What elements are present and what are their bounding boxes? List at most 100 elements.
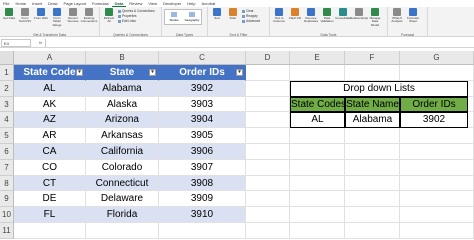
- clear-button[interactable]: Clear: [242, 9, 260, 13]
- column-header-g[interactable]: G: [400, 51, 474, 65]
- column-header-d[interactable]: D: [246, 51, 290, 65]
- cell-f10[interactable]: [345, 207, 400, 223]
- cell-a11[interactable]: [14, 223, 86, 239]
- column-header-c[interactable]: C: [159, 51, 246, 65]
- table-cell[interactable]: 3910: [159, 207, 246, 223]
- row-header-7[interactable]: 7: [0, 159, 14, 176]
- cell-e7[interactable]: [290, 159, 345, 176]
- table-cell[interactable]: Alabama: [86, 80, 159, 97]
- tab-help[interactable]: Help: [184, 0, 198, 7]
- table-header-cell[interactable]: State Code ▾: [14, 65, 86, 81]
- tab-draw[interactable]: Draw: [45, 0, 60, 7]
- cell-d5[interactable]: [246, 128, 290, 144]
- data-types-gallery[interactable]: Stocks Geography: [164, 9, 202, 25]
- cell-g9[interactable]: [400, 191, 474, 208]
- cell-e8[interactable]: [290, 175, 345, 192]
- cell-e6[interactable]: [290, 144, 345, 160]
- tab-home[interactable]: Home: [12, 0, 29, 7]
- table-header-cell[interactable]: State ▾: [86, 65, 159, 81]
- name-box[interactable]: E4: [1, 38, 31, 47]
- tab-developer[interactable]: Developer: [160, 0, 184, 7]
- cell-d9[interactable]: [246, 191, 290, 208]
- table-cell[interactable]: California: [86, 144, 159, 160]
- table-cell[interactable]: 3905: [159, 128, 246, 144]
- formula-input[interactable]: [45, 38, 474, 47]
- table-cell[interactable]: 3908: [159, 175, 246, 192]
- row-header-4[interactable]: 4: [0, 112, 14, 129]
- filter-dropdown-icon[interactable]: ▾: [76, 69, 83, 76]
- cell-d4[interactable]: [246, 112, 290, 129]
- cell-f7[interactable]: [345, 159, 400, 176]
- cell-g5[interactable]: [400, 128, 474, 144]
- tab-insert[interactable]: Insert: [29, 0, 45, 7]
- row-header-2[interactable]: 2: [0, 80, 14, 97]
- cell-d10[interactable]: [246, 207, 290, 223]
- cell-e10[interactable]: [290, 207, 345, 223]
- table-header-cell[interactable]: Order IDs ▾: [159, 65, 246, 81]
- table-cell[interactable]: CO: [14, 159, 86, 176]
- cell-f1[interactable]: [345, 65, 400, 81]
- cell-f9[interactable]: [345, 191, 400, 208]
- row-header-11[interactable]: 11: [0, 223, 14, 239]
- table-cell[interactable]: CA: [14, 144, 86, 160]
- cell-g7[interactable]: [400, 159, 474, 176]
- table-cell[interactable]: DE: [14, 191, 86, 208]
- row-header-10[interactable]: 10: [0, 207, 14, 223]
- table-cell[interactable]: Connecticut: [86, 175, 159, 192]
- column-header-f[interactable]: F: [345, 51, 400, 65]
- table-cell[interactable]: 3907: [159, 159, 246, 176]
- table-cell[interactable]: AL: [14, 80, 86, 97]
- table-cell[interactable]: Alaska: [86, 96, 159, 113]
- cell-g8[interactable]: [400, 175, 474, 192]
- cell-d11[interactable]: [246, 223, 290, 239]
- cell-g1[interactable]: [400, 65, 474, 81]
- table-cell[interactable]: FL: [14, 207, 86, 223]
- tab-acrobat[interactable]: Acrobat: [199, 0, 219, 7]
- row-header-6[interactable]: 6: [0, 144, 14, 160]
- stocks-button[interactable]: Stocks: [165, 10, 183, 24]
- cell-g10[interactable]: [400, 207, 474, 223]
- cell-e1[interactable]: [290, 65, 345, 81]
- properties-button[interactable]: Properties: [118, 14, 155, 18]
- table-cell[interactable]: Florida: [86, 207, 159, 223]
- row-header-3[interactable]: 3: [0, 96, 14, 113]
- row-header-9[interactable]: 9: [0, 191, 14, 208]
- advanced-button[interactable]: Advanced: [242, 19, 260, 23]
- cell-e5[interactable]: [290, 128, 345, 144]
- cell-b11[interactable]: [86, 223, 159, 239]
- tab-file[interactable]: File: [0, 0, 12, 7]
- cell-d8[interactable]: [246, 175, 290, 192]
- cell-c11[interactable]: [159, 223, 246, 239]
- table-cell[interactable]: CT: [14, 175, 86, 192]
- fx-icon[interactable]: fx: [39, 40, 42, 45]
- table-cell[interactable]: Arizona: [86, 112, 159, 129]
- cell-e11[interactable]: [290, 223, 345, 239]
- table-cell[interactable]: 3906: [159, 144, 246, 160]
- row-header-5[interactable]: 5: [0, 128, 14, 144]
- cell-f5[interactable]: [345, 128, 400, 144]
- cell-d3[interactable]: [246, 96, 290, 113]
- row-header-1[interactable]: 1: [0, 65, 14, 81]
- cell-d7[interactable]: [246, 159, 290, 176]
- tab-page-layout[interactable]: Page Layout: [60, 0, 88, 7]
- column-header-b[interactable]: B: [86, 51, 159, 65]
- cell-e9[interactable]: [290, 191, 345, 208]
- table-cell[interactable]: Delaware: [86, 191, 159, 208]
- table-cell[interactable]: 3909: [159, 191, 246, 208]
- tab-review[interactable]: Review: [126, 0, 145, 7]
- table-cell[interactable]: 3903: [159, 96, 246, 113]
- table-cell[interactable]: Arkansas: [86, 128, 159, 144]
- table-cell[interactable]: AR: [14, 128, 86, 144]
- cell-g11[interactable]: [400, 223, 474, 239]
- column-header-a[interactable]: A: [14, 51, 86, 65]
- cell-d1[interactable]: [246, 65, 290, 81]
- queries-connections-button[interactable]: Queries & Connections: [118, 9, 155, 13]
- cell-d6[interactable]: [246, 144, 290, 160]
- table-cell[interactable]: 3902: [159, 80, 246, 97]
- geography-button[interactable]: Geography: [183, 10, 201, 24]
- table-cell[interactable]: Colorado: [86, 159, 159, 176]
- table-cell[interactable]: AZ: [14, 112, 86, 129]
- tab-view[interactable]: View: [145, 0, 160, 7]
- cell-f6[interactable]: [345, 144, 400, 160]
- state-code-dropdown[interactable]: AL: [290, 112, 345, 129]
